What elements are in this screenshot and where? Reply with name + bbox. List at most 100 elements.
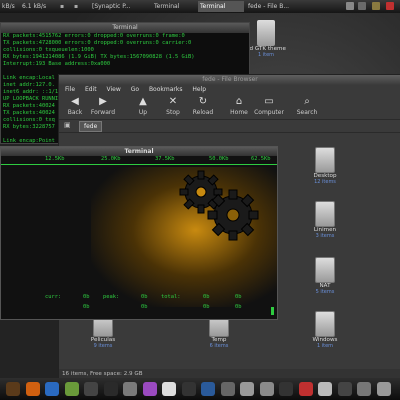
folder-count: 3 items [315, 233, 335, 239]
firefox-icon[interactable] [45, 382, 59, 396]
menu-view[interactable]: View [107, 86, 121, 93]
toolbar-label: Computer [254, 109, 284, 116]
ruler-tick: 12.5Kb [45, 156, 65, 162]
curr-label: curr: [45, 294, 62, 300]
terminal-cursor [271, 307, 274, 315]
mail-icon[interactable] [123, 382, 137, 396]
ruler-tick: 37.5Kb [155, 156, 175, 162]
toggle-path-icon[interactable]: ▣ [64, 121, 71, 129]
gtk-theme-folder[interactable]: ed GTK theme 1 item [246, 20, 286, 58]
im-icon[interactable] [142, 382, 157, 396]
toolbar-label: Forward [90, 109, 116, 116]
window-icon[interactable] [318, 382, 332, 396]
folder-icon [257, 20, 275, 46]
ruler-tick: 62.5Kb [251, 156, 271, 162]
document-icon[interactable] [240, 382, 254, 396]
top-taskbar: kB/s 6.1 kB/s ▪ ▪ [Synaptic P... Termina… [0, 0, 400, 14]
location-crumb[interactable]: fede [79, 121, 103, 132]
toolbar-label: Search [296, 109, 318, 116]
app-red-icon[interactable] [298, 382, 313, 396]
terminal-1-line: RX bytes:1941214086 (1.9 GiB) TX bytes:1… [3, 54, 195, 60]
toolbar: ◀ Back ▶ Forward ▲ Up ✕ Stop ↻ Reload ⌂ Home ▭ Comput… [59, 95, 400, 120]
music-icon[interactable] [162, 382, 176, 396]
terminal-mini-icon[interactable]: ▪ [58, 1, 72, 12]
file-browser-title: fede - File Browser [59, 75, 400, 85]
terminal-1-line: RX packets:4515762 errors:0 dropped:0 ov… [3, 33, 185, 39]
folder-icon [315, 257, 335, 283]
folder-count: 9 items [93, 343, 113, 349]
menu-help[interactable]: Help [192, 86, 206, 93]
editor-mini-icon[interactable]: ▪ [72, 1, 88, 12]
ubuntu-icon[interactable] [25, 382, 40, 396]
toolbar-label: Home [230, 109, 248, 116]
total-value-2: 0b [203, 304, 210, 310]
media-icon[interactable] [181, 382, 196, 396]
extra-value-1: 0b [235, 294, 242, 300]
tray-icon-1[interactable] [346, 2, 354, 10]
terminal-2-title: Terminal [1, 147, 277, 156]
stop-button[interactable]: ✕ Stop [157, 95, 189, 116]
taskbar-item-file-browser[interactable]: fede - File B... [246, 1, 306, 12]
folder-icon [315, 311, 335, 337]
folder-windows[interactable]: Windows 1 item [305, 311, 345, 349]
terminal-1-line: Interrupt:193 Base address:0xa000 [3, 61, 111, 67]
toolbar-label: Stop [166, 109, 180, 116]
up-button[interactable]: ▲ Up [127, 95, 159, 116]
computer-button[interactable]: ▭ Computer [253, 95, 285, 116]
folder-desktop[interactable]: Desktop 12 items [305, 147, 345, 185]
taskbar-item-terminal-1[interactable]: Terminal [152, 1, 198, 12]
net-rate-2: 6.1 kB/s [22, 3, 47, 10]
taskbar-item-synaptic[interactable]: [Synaptic P... [90, 1, 152, 12]
total-value: 0b [203, 294, 210, 300]
peak-label: peak: [103, 294, 120, 300]
taskbar-item-terminal-2[interactable]: Terminal [198, 1, 244, 12]
menu-file[interactable]: File [65, 86, 75, 93]
toolbar-label: Reload [192, 109, 214, 116]
up-icon: ▲ [139, 96, 147, 107]
editor-icon[interactable] [220, 382, 235, 396]
tray-icon-4[interactable] [386, 2, 394, 10]
folder-count: 12 items [314, 179, 336, 185]
menu-bookmarks[interactable]: Bookmarks [149, 86, 183, 93]
app-icon-2[interactable] [337, 382, 352, 396]
tray-icon-2[interactable] [358, 2, 366, 10]
bandwidth-ruler: 12.5Kb 25.0Kb 37.5Kb 50.0Kb 62.5Kb [1, 156, 277, 165]
menu-edit[interactable]: Edit [85, 86, 97, 93]
folder-icon [315, 201, 335, 227]
terminal-1-line: TX packets:4728000 errors:0 dropped:0 ov… [3, 40, 192, 46]
dock-icon-1[interactable] [6, 382, 20, 396]
app-icon[interactable] [64, 382, 79, 396]
forward-icon: ▶ [99, 96, 107, 107]
terminal-window-2[interactable]: Terminal 12.5Kb 25.0Kb 37.5Kb 50.0Kb 62.5Kb [0, 146, 278, 320]
terminal-1-title: Terminal [1, 23, 249, 33]
computer-icon: ▭ [264, 96, 274, 107]
tray-icon-3[interactable] [372, 2, 380, 10]
monitor-icon[interactable] [279, 382, 293, 396]
ruler-tick: 25.0Kb [101, 156, 121, 162]
folder-count: 5 items [315, 289, 335, 295]
home-button[interactable]: ⌂ Home [223, 95, 255, 116]
disc-icon[interactable] [201, 382, 215, 396]
menu-go[interactable]: Go [131, 86, 139, 93]
folder-linimen[interactable]: Linimen 3 items [305, 201, 345, 239]
curr-value-2: 0b [83, 304, 90, 310]
settings-icon[interactable] [84, 382, 98, 396]
trash-icon[interactable] [376, 382, 391, 396]
reload-button[interactable]: ↻ Reload [187, 95, 219, 116]
terminal-icon[interactable] [103, 382, 118, 396]
stop-icon: ✕ [168, 96, 178, 107]
home-icon: ⌂ [235, 96, 243, 107]
toolbar-label: Up [138, 109, 148, 116]
extra-value-2: 0b [235, 304, 242, 310]
forward-button[interactable]: ▶ Forward [87, 95, 119, 116]
folder-count: 1 item [316, 343, 334, 349]
folder-icon [315, 147, 335, 173]
folder-icon[interactable] [259, 382, 274, 396]
total-label: total: [161, 294, 181, 300]
peak-value: 0b [141, 294, 148, 300]
app-icon-3[interactable] [357, 382, 371, 396]
folder-nat[interactable]: NAT 5 items [305, 257, 345, 295]
peak-value-2: 0b [141, 304, 148, 310]
search-button[interactable]: ⌕ Search [291, 95, 323, 116]
location-bar: ▣ fede [59, 120, 400, 133]
